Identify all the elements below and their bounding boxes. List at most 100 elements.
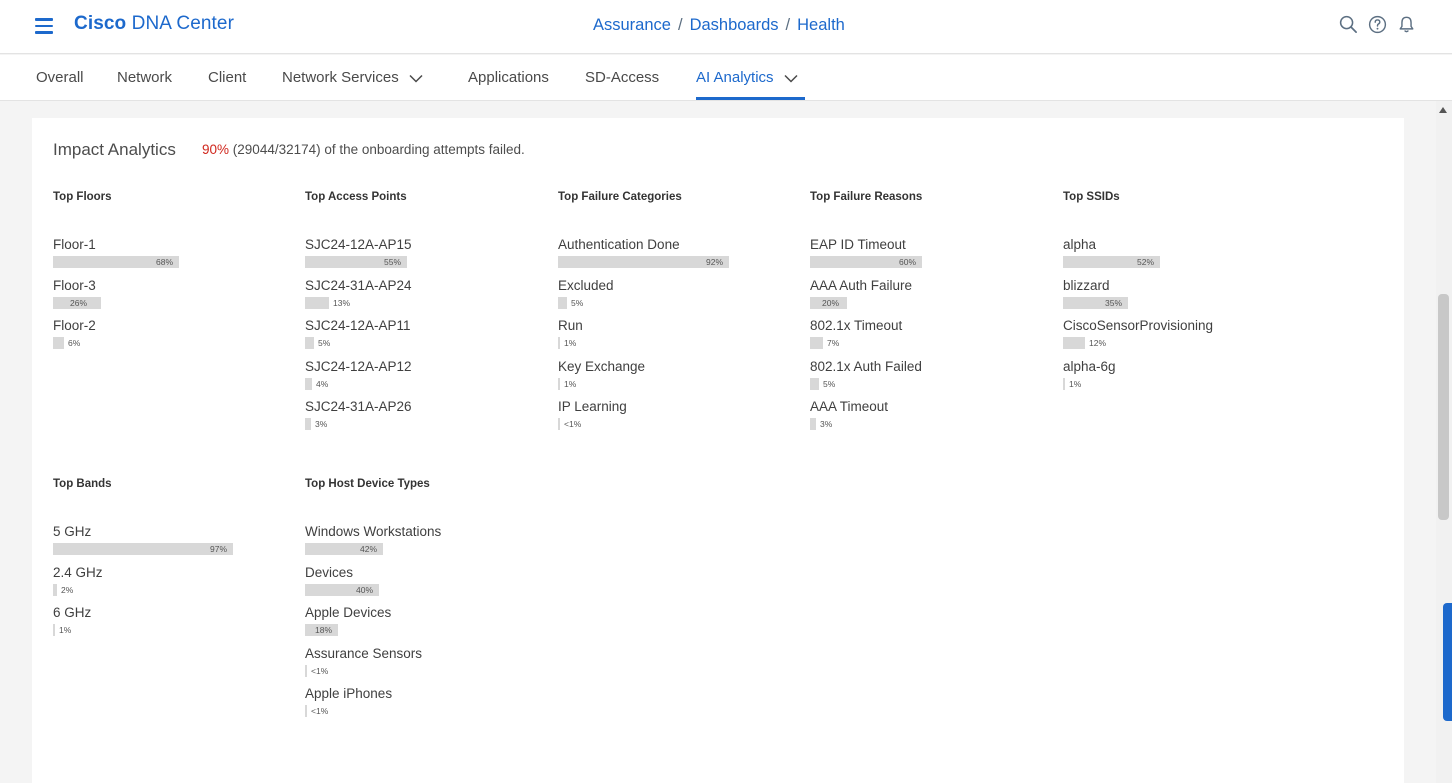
tab-network[interactable]: Network (117, 69, 172, 86)
list-item[interactable]: SJC24-31A-AP26 3% (305, 399, 545, 440)
percent-label: 5% (823, 378, 836, 389)
bar-row: 7% (810, 337, 996, 349)
bar-row: 92% (558, 256, 744, 268)
breadcrumb-health[interactable]: Health (797, 16, 845, 34)
item-label: 6 GHz (53, 605, 92, 620)
list-item[interactable]: Excluded 5% (558, 278, 798, 319)
bar-row: 20% (810, 296, 996, 309)
tab-applications[interactable]: Applications (468, 69, 549, 86)
percent-label: 35% (1104, 297, 1122, 308)
list-item[interactable]: 802.1x Timeout 7% (810, 318, 1050, 359)
tab-ai-analytics[interactable]: AI Analytics (696, 69, 798, 87)
percent-bar (558, 377, 560, 390)
help-icon[interactable] (1367, 14, 1388, 35)
bar-row: 5% (558, 296, 744, 309)
bar-row: 2% (53, 583, 239, 596)
item-label: Apple Devices (305, 605, 392, 620)
list-item[interactable]: SJC24-12A-AP15 55% (305, 237, 545, 278)
list-item[interactable]: 2.4 GHz 2% (53, 565, 293, 606)
bar-row: 55% (305, 256, 491, 268)
list-item[interactable]: Authentication Done 92% (558, 237, 798, 278)
bar-row: 1% (558, 377, 744, 390)
breadcrumb-assurance[interactable]: Assurance (593, 16, 671, 34)
bar-row: 3% (305, 418, 491, 430)
list-item[interactable]: 5 GHz 97% (53, 524, 293, 565)
percent-label: 26% (70, 297, 88, 308)
menu-icon[interactable] (35, 18, 53, 34)
list-item[interactable]: EAP ID Timeout 60% (810, 237, 1050, 278)
percent-bar (1063, 377, 1065, 390)
list-item[interactable]: Apple iPhones <1% (305, 686, 545, 727)
percent-label: 3% (315, 419, 328, 429)
group-top-floors: Top Floors Floor-1 68% Floor-3 26% Floor-2 6% (53, 191, 293, 359)
list-item[interactable]: Floor-3 26% (53, 278, 293, 319)
group-top-ssids: Top SSIDs alpha 52% blizzard 35% CiscoSensorP… (1063, 191, 1303, 399)
percent-label: 1% (564, 378, 577, 389)
impact-analytics-panel: Impact Analytics 90% (29044/32174) of th… (32, 118, 1404, 783)
tab-client[interactable]: Client (208, 69, 246, 86)
list-item[interactable]: Key Exchange 1% (558, 359, 798, 400)
failure-percent: 90% (202, 142, 230, 157)
percent-label: <1% (311, 706, 329, 716)
breadcrumb-dashboards[interactable]: Dashboards (690, 16, 779, 34)
list-item[interactable]: Floor-2 6% (53, 318, 293, 359)
percent-bar (305, 337, 314, 349)
search-icon[interactable] (1338, 14, 1359, 35)
list-item[interactable]: SJC24-31A-AP24 13% (305, 278, 545, 319)
list-item[interactable]: Apple Devices 18% (305, 605, 545, 646)
list-item[interactable]: AAA Auth Failure 20% (810, 278, 1050, 319)
item-label: AAA Auth Failure (810, 277, 913, 293)
list-item[interactable]: alpha 52% (1063, 237, 1303, 278)
list-item[interactable]: CiscoSensorProvisioning 12% (1063, 318, 1303, 359)
chevron-down-icon (784, 70, 798, 87)
list-item[interactable]: blizzard 35% (1063, 278, 1303, 319)
item-label: 2.4 GHz (53, 564, 103, 580)
item-label: IP Learning (558, 399, 627, 414)
list-item[interactable]: Devices 40% (305, 565, 545, 606)
bar-row: <1% (305, 664, 491, 677)
percent-label: 4% (316, 378, 329, 389)
item-label: Floor-2 (53, 318, 96, 333)
scrollbar-thumb[interactable] (1438, 294, 1449, 520)
list-item[interactable]: Assurance Sensors <1% (305, 646, 545, 687)
percent-bar (53, 583, 57, 596)
bar-row: 1% (1063, 377, 1249, 390)
item-label: Windows Workstations (305, 524, 442, 539)
bar-row: 5% (305, 337, 491, 349)
bell-icon[interactable] (1396, 14, 1417, 35)
percent-bar (305, 418, 311, 430)
tab-label: Applications (468, 69, 549, 86)
tab-sd-access[interactable]: SD-Access (585, 69, 659, 86)
list-item[interactable]: IP Learning <1% (558, 399, 798, 440)
item-label: SJC24-12A-AP11 (305, 318, 411, 333)
item-label: SJC24-31A-AP26 (305, 399, 412, 414)
list-item[interactable]: 802.1x Auth Failed 5% (810, 359, 1050, 400)
item-label: Excluded (558, 277, 614, 293)
tab-overall[interactable]: Overall (36, 69, 84, 86)
list-item[interactable]: Run 1% (558, 318, 798, 359)
tab-network-services[interactable]: Network Services (282, 69, 423, 87)
list-item[interactable]: alpha-6g 1% (1063, 359, 1303, 400)
scroll-up-icon[interactable] (1439, 107, 1447, 113)
tab-label: AI Analytics (696, 69, 774, 86)
list-item[interactable]: Floor-1 68% (53, 237, 293, 278)
feedback-side-tab[interactable] (1443, 603, 1452, 721)
item-label: Floor-1 (53, 237, 96, 252)
list-item[interactable]: Windows Workstations 42% (305, 524, 545, 565)
breadcrumb-separator: / (785, 16, 791, 34)
breadcrumb-separator: / (677, 16, 683, 34)
app-brand[interactable]: Cisco DNA Center (74, 13, 234, 35)
list-item[interactable]: SJC24-12A-AP12 4% (305, 359, 545, 400)
list-item[interactable]: 6 GHz 1% (53, 605, 293, 646)
group-title: Top Failure Reasons (810, 191, 923, 203)
percent-label: 97% (209, 544, 227, 554)
percent-label: 3% (820, 419, 833, 429)
percent-label: <1% (564, 419, 582, 429)
list-item[interactable]: AAA Timeout 3% (810, 399, 1050, 440)
top-bar: Cisco DNA Center Assurance / Dashboards / He… (0, 0, 1452, 54)
percent-bar (1063, 337, 1085, 349)
bar-row: 97% (53, 543, 239, 555)
item-label: 802.1x Auth Failed (810, 358, 922, 374)
item-label: Apple iPhones (305, 686, 393, 701)
list-item[interactable]: SJC24-12A-AP11 5% (305, 318, 545, 359)
